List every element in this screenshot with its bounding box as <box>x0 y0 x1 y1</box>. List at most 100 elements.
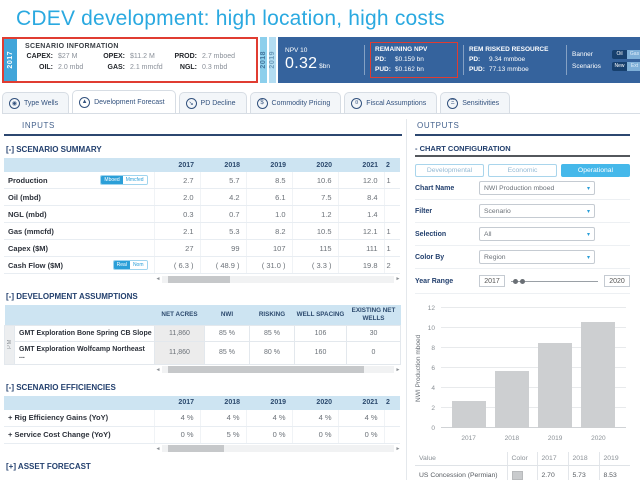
sensitivities-icon: Ξ <box>447 98 458 109</box>
tab-label: Development Forecast <box>94 99 164 106</box>
value-cell: 2.1 <box>154 223 200 240</box>
rem-risked-pud-row: PUD:77.13 mmboe <box>469 65 561 75</box>
chart-view-buttons: Developmental Economic Operational <box>415 164 630 177</box>
table-row: Gas (mmcfd)2.15.38.210.512.11 <box>4 223 400 240</box>
bar-2017 <box>452 401 486 428</box>
operational-button[interactable]: Operational <box>561 164 630 177</box>
value-cell: 10.5 <box>292 223 338 240</box>
value-cell: ( 48.9 ) <box>200 257 246 274</box>
tab-sensitivities[interactable]: ΞSensitivities <box>440 92 510 113</box>
divider <box>415 155 630 157</box>
horizontal-scrollbar[interactable]: ◄ ► <box>154 366 402 374</box>
metric-prod-value: 2.7 mboed <box>200 53 248 60</box>
series-color-cell <box>507 466 537 480</box>
toggle-option-ext[interactable]: Ext <box>627 62 640 71</box>
dropdown-value: NWI Production mboed <box>484 185 587 192</box>
toggle-option-gas[interactable]: Gas <box>627 50 640 59</box>
tab-commodity-pricing[interactable]: $Commodity Pricing <box>250 92 342 113</box>
toggle-option-new[interactable]: New <box>612 62 627 71</box>
chevron-down-icon: ▾ <box>587 231 590 238</box>
economic-button[interactable]: Economic <box>488 164 557 177</box>
cash-flow-m-row: Cash Flow ($M)RealNom <box>4 257 154 274</box>
table-header-row: 201720182019202020212 <box>4 158 400 172</box>
horizontal-scrollbar[interactable]: ◄ ► <box>154 445 402 453</box>
value-cell: 6.1 <box>246 189 292 206</box>
chart-name-dropdown[interactable]: NWI Production mboed▾ <box>479 181 595 195</box>
slider-handle-right[interactable] <box>520 279 525 284</box>
value-cell: 4 % <box>154 410 200 427</box>
production-unit-toggle[interactable]: MboedMmcfed <box>100 175 147 185</box>
horizontal-scrollbar[interactable]: ◄ ► <box>154 275 402 283</box>
scroll-left-icon[interactable]: ◄ <box>154 367 162 373</box>
year-to-input[interactable]: 2020 <box>604 275 630 287</box>
chevron-down-icon: ▾ <box>587 208 590 215</box>
tab-fiscal-assumptions[interactable]: ¤Fiscal Assumptions <box>344 92 437 113</box>
value-cell: 2.0 <box>154 189 200 206</box>
toggle-option-real[interactable]: Real <box>114 261 130 269</box>
year-tab-2017[interactable]: 2017 <box>4 39 17 81</box>
column-header-blank <box>5 305 155 325</box>
developmental-button[interactable]: Developmental <box>415 164 484 177</box>
scroll-right-icon[interactable]: ► <box>394 276 402 282</box>
rem-risked-resource-block: REM RISKED RESOURCE PD:9.34 mmboe PUD:77… <box>469 43 561 77</box>
year-tab-2019[interactable]: 2019 <box>269 37 276 83</box>
value-cell: ( 31.0 ) <box>246 257 292 274</box>
scenario-efficiencies-section-title[interactable]: [-] SCENARIO EFFICIENCIES <box>6 383 402 392</box>
toggle-option-mboed[interactable]: Mboed <box>101 176 122 184</box>
scroll-left-icon[interactable]: ◄ <box>154 446 162 452</box>
chart-bars <box>441 308 626 428</box>
toggle-option-oil[interactable]: Oil <box>612 50 627 59</box>
year-range-slider[interactable] <box>511 276 598 286</box>
pd-label: PD: <box>375 55 395 65</box>
scroll-right-icon[interactable]: ► <box>394 446 402 452</box>
development-assumptions-section-title[interactable]: [-] DEVELOPMENT ASSUMPTIONS <box>6 292 402 301</box>
table-row: + Rig Efficiency Gains (YoY)4 %4 %4 %4 %… <box>4 410 400 427</box>
scroll-left-icon[interactable]: ◄ <box>154 276 162 282</box>
filter-dropdown[interactable]: Scenario▾ <box>479 204 595 218</box>
column-header-year: 2020 <box>292 158 338 172</box>
value-cell: 4.2 <box>200 189 246 206</box>
slider-handle-left[interactable] <box>513 279 518 284</box>
y-tick-label: 4 <box>431 385 435 392</box>
scroll-right-icon[interactable]: ► <box>394 367 402 373</box>
toggle-option-mmcfed[interactable]: Mmcfed <box>123 176 147 184</box>
year-tab-2018[interactable]: 2018 <box>260 37 267 83</box>
selection-label: Selection <box>415 231 479 238</box>
x-tick-label: 2017 <box>452 435 486 442</box>
inputs-heading: INPUTS <box>22 121 402 130</box>
cash-flow-m-unit-toggle[interactable]: RealNom <box>113 260 148 270</box>
divider <box>4 134 402 136</box>
value-cell: 8.5 <box>246 172 292 189</box>
oil-gas-toggle[interactable]: Oil Gas <box>612 50 640 59</box>
asset-forecast-section-title[interactable]: [+] ASSET FORECAST <box>6 462 402 471</box>
chart-configuration-title[interactable]: - CHART CONFIGURATION <box>415 144 630 153</box>
color-by-row: Color ByRegion▾ <box>415 246 630 269</box>
scrollbar-track[interactable] <box>162 276 394 283</box>
value-cell: 80 % <box>250 341 295 364</box>
scrollbar-thumb[interactable] <box>168 445 224 452</box>
selection-dropdown[interactable]: All▾ <box>479 227 595 241</box>
scrollbar-track[interactable] <box>162 445 394 452</box>
year-from-input[interactable]: 2017 <box>479 275 505 287</box>
rig-efficiency-gains-yoy-row: + Rig Efficiency Gains (YoY) <box>4 410 154 427</box>
tab-development-forecast[interactable]: ▲Development Forecast <box>72 90 175 113</box>
value-cell: 11,860 <box>155 341 205 364</box>
value-cell-partial: 1 <box>384 223 400 240</box>
production-row: ProductionMboedMmcfed <box>4 172 154 189</box>
series-name: US Concession (Permian) <box>415 466 507 480</box>
scenario-summary-section-title[interactable]: [-] SCENARIO SUMMARY <box>6 145 402 154</box>
color-by-dropdown[interactable]: Region▾ <box>479 250 595 264</box>
scrollbar-track[interactable] <box>162 366 394 373</box>
selection-row: SelectionAll▾ <box>415 223 630 246</box>
pd-label: PD: <box>469 55 489 65</box>
scrollbar-thumb[interactable] <box>168 276 230 283</box>
tab-pd-decline[interactable]: ↘PD Decline <box>179 92 247 113</box>
scenario-info-panel: 2017 SCENARIO INFORMATION CAPEX:$27 MOPE… <box>2 37 258 83</box>
tab-bar: ◉Type Wells▲Development Forecast↘PD Decl… <box>2 90 640 114</box>
value-cell: 106 <box>295 325 347 341</box>
scrollbar-thumb[interactable] <box>168 366 364 373</box>
toggle-option-nom[interactable]: Nom <box>130 261 147 269</box>
value-cell: 5.3 <box>200 223 246 240</box>
tab-type-wells[interactable]: ◉Type Wells <box>2 92 69 113</box>
new-ext-toggle[interactable]: New Ext <box>612 62 640 71</box>
